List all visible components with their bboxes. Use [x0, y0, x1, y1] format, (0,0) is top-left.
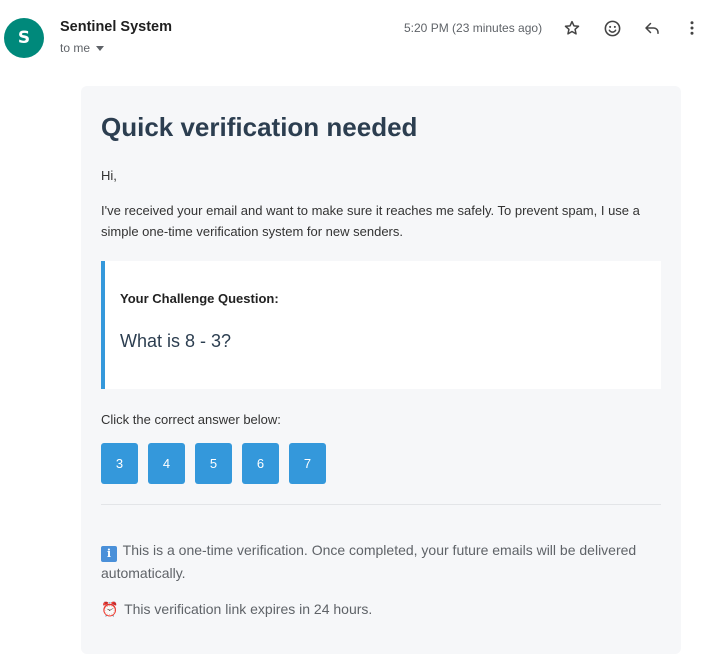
more-vert-icon[interactable] [680, 16, 704, 40]
info-note-text: This is a one-time verification. Once co… [101, 542, 637, 581]
challenge-question: What is 8 - 3? [120, 331, 232, 351]
expiry-note-text: This verification link expires in 24 hou… [124, 601, 373, 617]
divider [101, 504, 661, 505]
challenge-box: Your Challenge Question: What is 8 - 3? [101, 261, 661, 389]
star-icon[interactable] [560, 16, 584, 40]
answer-options: 3 4 5 6 7 [101, 443, 336, 484]
expiry-note: ⏰ This verification link expires in 24 h… [101, 598, 661, 621]
answer-instruction: Click the correct answer below: [101, 412, 281, 427]
email-title: Quick verification needed [101, 112, 418, 142]
reply-icon[interactable] [640, 16, 664, 40]
email-body-card: Quick verification needed Hi, I've recei… [81, 86, 681, 654]
sender-name[interactable]: Sentinel System [60, 19, 172, 35]
answer-button-5[interactable]: 5 [195, 443, 232, 484]
alarm-clock-icon: ⏰ [101, 602, 119, 618]
chevron-down-icon[interactable] [96, 45, 105, 51]
recipient-label: to me [60, 41, 91, 55]
greeting-text: Hi, [101, 168, 117, 183]
challenge-label: Your Challenge Question: [120, 291, 279, 306]
information-icon: i [101, 546, 117, 562]
emoji-icon[interactable] [600, 16, 624, 40]
recipient-line[interactable]: to me [60, 41, 105, 55]
answer-button-6[interactable]: 6 [242, 443, 279, 484]
email-header: S Sentinel System to me 5:20 PM (23 minu… [0, 0, 708, 70]
timestamp: 5:20 PM (23 minutes ago) [404, 21, 543, 35]
answer-button-4[interactable]: 4 [148, 443, 185, 484]
sender-avatar[interactable]: S [4, 18, 44, 58]
intro-paragraph: I've received your email and want to mak… [101, 203, 640, 239]
info-note: i This is a one-time verification. Once … [101, 539, 661, 584]
answer-button-7[interactable]: 7 [289, 443, 326, 484]
answer-button-3[interactable]: 3 [101, 443, 138, 484]
